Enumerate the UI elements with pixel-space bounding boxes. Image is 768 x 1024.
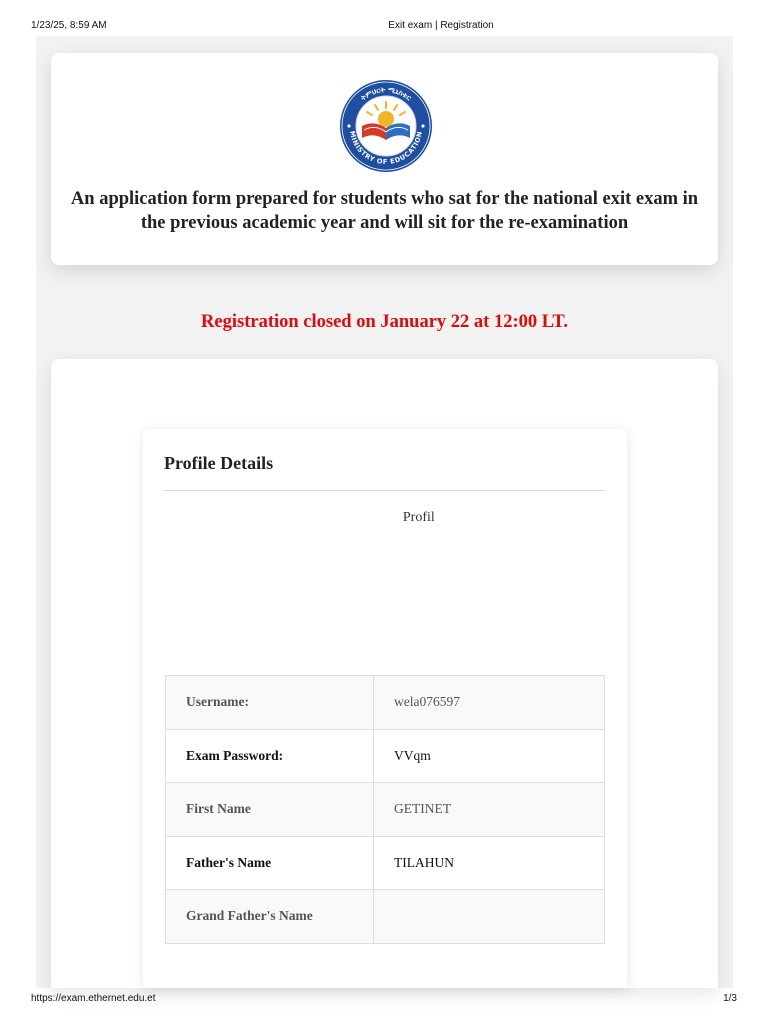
profile-details-title: Profile Details <box>164 453 274 473</box>
print-footer: https://exam.ethernet.edu.et 1/3 <box>0 988 768 1024</box>
profile-image-placeholder: Profile <box>315 510 435 532</box>
divider <box>164 490 605 491</box>
username-label: Username: <box>165 675 374 730</box>
grandfathers-name-label: Grand Father's Name <box>165 889 374 944</box>
first-name-label: First Name <box>165 782 374 837</box>
table-row: Grand Father's Name <box>165 889 605 944</box>
header-card: ትምህርት ሚኒስቴር MINISTRY OF EDUCATION An app… <box>51 53 718 265</box>
print-url: https://exam.ethernet.edu.et <box>31 993 156 1004</box>
ministry-logo-icon: ትምህርት ሚኒስቴር MINISTRY OF EDUCATION <box>340 80 432 172</box>
registration-closed-notice: Registration closed on January 22 at 12:… <box>201 312 568 332</box>
print-page-number: 1/3 <box>723 993 737 1004</box>
table-row: First Name GETINET <box>165 782 605 837</box>
table-row: Father's Name TILAHUN <box>165 835 605 890</box>
profile-card: Profile Details Profile Username: wela07… <box>143 429 627 988</box>
table-row: Exam Password: VVqm <box>165 728 605 783</box>
fathers-name-label: Father's Name <box>165 835 374 890</box>
exam-password-value: VVqm <box>373 728 605 783</box>
print-page-title: Exit exam | Registration <box>388 20 494 31</box>
exam-password-label: Exam Password: <box>165 728 374 783</box>
form-intro-text: An application form prepared for student… <box>70 189 699 233</box>
fathers-name-value: TILAHUN <box>373 835 605 890</box>
profile-image-alt-text: Profile <box>402 510 435 525</box>
profile-info-table: Username: wela076597 Exam Password: VVqm… <box>165 675 605 944</box>
main-card: Profile Details Profile Username: wela07… <box>51 359 718 988</box>
first-name-value: GETINET <box>373 782 605 837</box>
table-row: Username: wela076597 <box>165 675 605 730</box>
username-value: wela076597 <box>373 675 605 730</box>
grandfathers-name-value <box>373 889 605 944</box>
print-header: 1/23/25, 8:59 AM Exit exam | Registratio… <box>0 0 768 36</box>
